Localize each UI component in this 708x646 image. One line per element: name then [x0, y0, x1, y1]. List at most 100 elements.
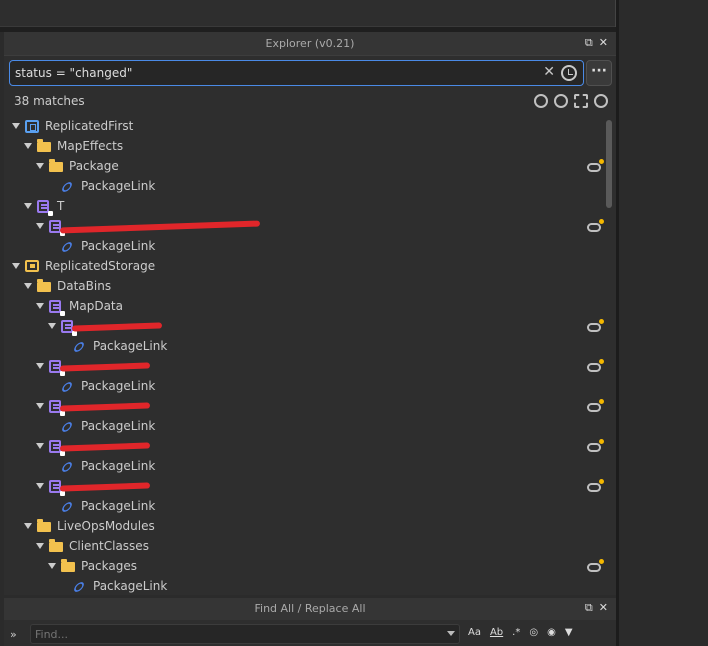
- select-all-icon[interactable]: [574, 94, 588, 108]
- tree-item-label: T: [57, 199, 65, 213]
- module-script-icon: [49, 300, 65, 316]
- tree-row[interactable]: PackageLink: [4, 497, 604, 517]
- undock-icon[interactable]: ⧉: [585, 36, 593, 49]
- folder-icon: [61, 559, 75, 572]
- tree-item-label: Packages: [81, 559, 137, 573]
- replicated-storage-icon: [25, 260, 39, 272]
- tree-item-label: PackageLink: [81, 459, 156, 473]
- find-undock-icon[interactable]: ⧉: [585, 601, 593, 614]
- expand-arrow-icon[interactable]: [36, 543, 44, 549]
- find-history-dropdown-icon[interactable]: [447, 631, 455, 636]
- expand-arrow-icon[interactable]: [12, 123, 20, 129]
- tree-row[interactable]: PackageLink: [4, 237, 604, 257]
- package-sync-icon[interactable]: [587, 159, 604, 172]
- package-sync-icon[interactable]: [587, 219, 604, 232]
- search-history-icon[interactable]: [561, 65, 577, 81]
- explorer-titlebar: Explorer (v0.21) ⧉ ✕: [4, 32, 616, 56]
- tree-item-label: PackageLink: [81, 239, 156, 253]
- tree-item-label: DataBins: [57, 279, 112, 293]
- tree-row[interactable]: MapData: [4, 297, 604, 317]
- more-options-button[interactable]: ···: [586, 60, 612, 86]
- link-icon: [60, 180, 74, 194]
- link-icon: [60, 240, 74, 254]
- tree-row[interactable]: T: [4, 197, 604, 217]
- find-options: Aa Ab .* ◎ ◉ ▼: [468, 627, 582, 638]
- tree-row[interactable]: PackageLink: [4, 577, 604, 595]
- folder-icon: [37, 519, 51, 532]
- folder-icon: [49, 159, 63, 172]
- package-sync-icon[interactable]: [587, 439, 604, 452]
- search-input[interactable]: [15, 64, 515, 82]
- expand-replace-icon[interactable]: »: [10, 628, 17, 641]
- expand-arrow-icon[interactable]: [36, 403, 44, 409]
- tree-row[interactable]: ClientClasses: [4, 537, 604, 557]
- tree-row[interactable]: PackageLink: [4, 417, 604, 437]
- tree-item-label: PackageLink: [93, 339, 168, 353]
- expand-arrow-icon[interactable]: [36, 483, 44, 489]
- tree-row[interactable]: MapEffects: [4, 137, 604, 157]
- tree-row[interactable]: LiveOpsModules: [4, 517, 604, 537]
- clear-search-icon[interactable]: ✕: [543, 64, 555, 80]
- tree-item-label: PackageLink: [93, 579, 168, 593]
- find-input[interactable]: [35, 627, 435, 641]
- expand-arrow-icon[interactable]: [36, 443, 44, 449]
- tree-item-label: PackageLink: [81, 499, 156, 513]
- tree-row[interactable]: DataBins: [4, 277, 604, 297]
- tree-item-label: PackageLink: [81, 419, 156, 433]
- expand-arrow-icon[interactable]: [24, 523, 32, 529]
- tree-row[interactable]: [4, 397, 604, 417]
- tree-row[interactable]: PackageLink: [4, 177, 604, 197]
- expand-arrow-icon[interactable]: [36, 303, 44, 309]
- find-search-icon[interactable]: ◎: [529, 627, 538, 638]
- tree-row[interactable]: PackageLink: [4, 457, 604, 477]
- refresh-icon[interactable]: [594, 94, 608, 108]
- tree-item-label: Package: [69, 159, 119, 173]
- tree-row[interactable]: [4, 217, 604, 237]
- tree-item-label: PackageLink: [81, 179, 156, 193]
- expand-arrow-icon[interactable]: [24, 203, 32, 209]
- tree-row[interactable]: [4, 357, 604, 377]
- find-replace-icon[interactable]: ◉: [547, 627, 556, 638]
- expand-arrow-icon[interactable]: [24, 283, 32, 289]
- module-script-icon: [37, 200, 53, 216]
- expand-arrow-icon[interactable]: [36, 363, 44, 369]
- tree-scrollbar[interactable]: [606, 120, 612, 208]
- filter-icon[interactable]: ▼: [565, 627, 573, 638]
- expand-arrow-icon[interactable]: [36, 163, 44, 169]
- tree-item-label: MapEffects: [57, 139, 124, 153]
- close-icon[interactable]: ✕: [599, 36, 608, 49]
- package-sync-icon[interactable]: [587, 479, 604, 492]
- tree-row[interactable]: Packages: [4, 557, 604, 577]
- link-icon: [60, 420, 74, 434]
- tree-row[interactable]: ReplicatedFirst: [4, 117, 604, 137]
- package-sync-icon[interactable]: [587, 399, 604, 412]
- tree-row[interactable]: [4, 477, 604, 497]
- regex-toggle[interactable]: .*: [512, 627, 520, 638]
- tree-item-label: ClientClasses: [69, 539, 149, 553]
- expand-arrow-icon[interactable]: [24, 143, 32, 149]
- package-sync-icon[interactable]: [587, 359, 604, 372]
- package-sync-icon[interactable]: [587, 559, 604, 572]
- tree-row[interactable]: PackageLink: [4, 377, 604, 397]
- tree-row[interactable]: [4, 437, 604, 457]
- expand-arrow-icon[interactable]: [12, 263, 20, 269]
- tree-row[interactable]: [4, 317, 604, 337]
- tree-row[interactable]: Package: [4, 157, 604, 177]
- link-icon: [72, 580, 86, 594]
- select-matches-icon[interactable]: [534, 94, 548, 108]
- explorer-panel: Explorer (v0.21) ⧉ ✕ ✕ ··· 38 matches Rep…: [4, 32, 616, 595]
- search-box[interactable]: ✕: [9, 60, 584, 86]
- expand-arrow-icon[interactable]: [48, 323, 56, 329]
- find-titlebar: Find All / Replace All ⧉ ✕: [4, 598, 616, 620]
- find-box[interactable]: [30, 624, 460, 644]
- find-close-icon[interactable]: ✕: [599, 601, 608, 614]
- tree-row[interactable]: ReplicatedStorage: [4, 257, 604, 277]
- package-sync-icon[interactable]: [587, 319, 604, 332]
- expand-arrow-icon[interactable]: [36, 223, 44, 229]
- expand-arrow-icon[interactable]: [48, 563, 56, 569]
- find-matches-icon[interactable]: [554, 94, 568, 108]
- link-icon: [60, 500, 74, 514]
- match-case-toggle[interactable]: Aa: [468, 627, 481, 638]
- tree-row[interactable]: PackageLink: [4, 337, 604, 357]
- match-word-toggle[interactable]: Ab: [490, 627, 503, 638]
